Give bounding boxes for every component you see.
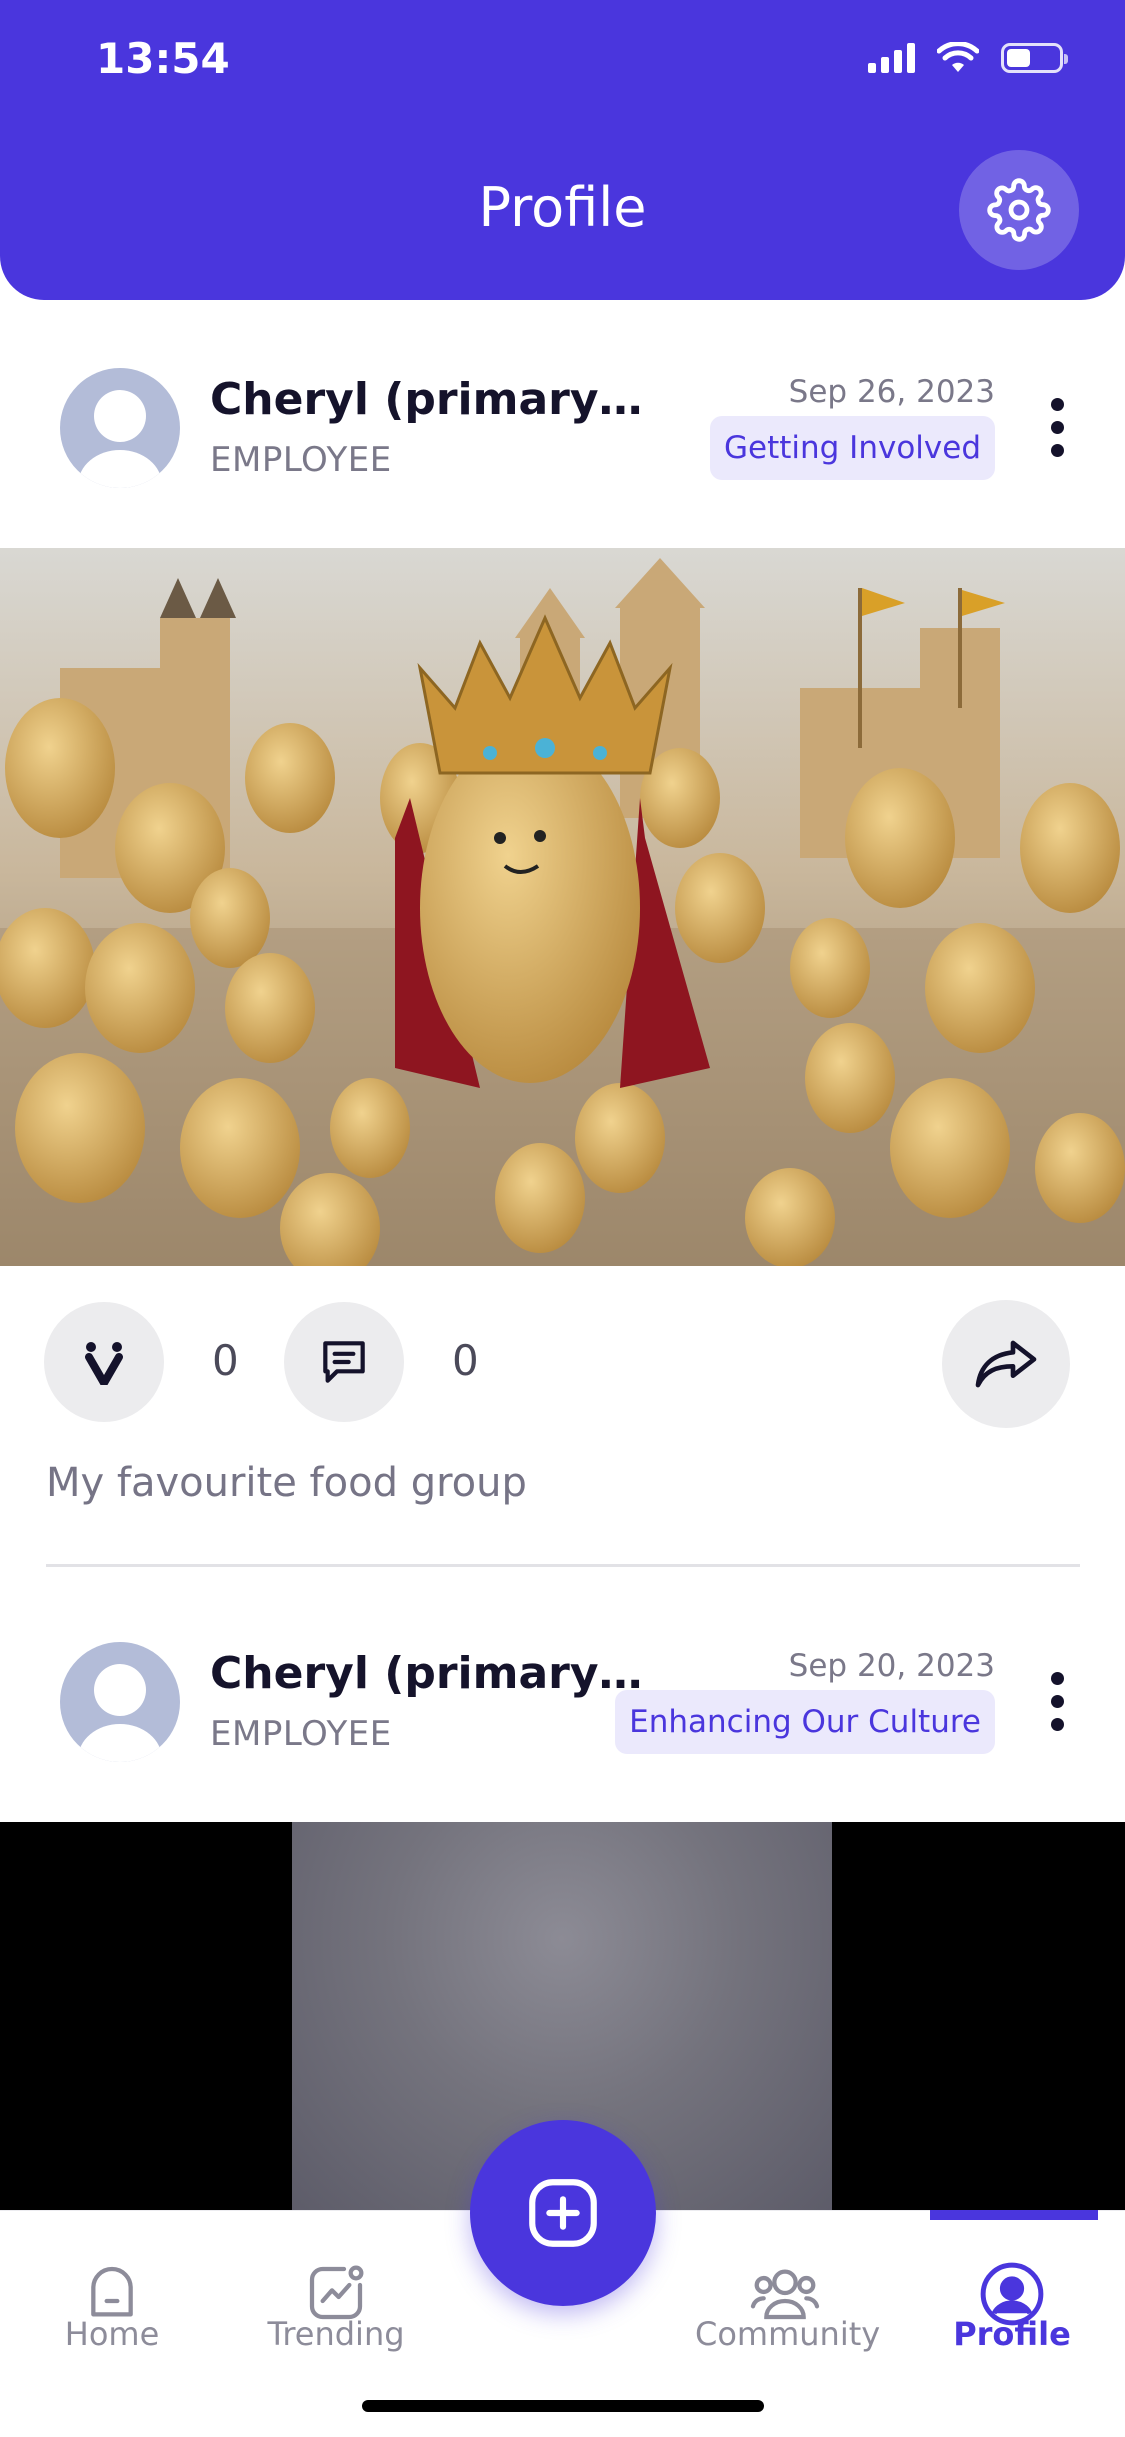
avatar[interactable] [60, 1642, 180, 1762]
header-bar: 13:54 Profile [0, 0, 1125, 300]
nav-profile[interactable]: Profile [922, 2211, 1102, 2391]
page-title: Profile [478, 176, 647, 239]
author-name[interactable]: Cheryl (primary… [210, 374, 643, 425]
nav-trending-label: Trending [267, 2315, 405, 2353]
post-image[interactable] [0, 548, 1125, 1266]
comment-icon [323, 1341, 365, 1383]
comment-count: 0 [452, 1336, 479, 1385]
signal-icon [868, 43, 915, 73]
nav-community[interactable]: Community [695, 2211, 881, 2391]
battery-icon [1001, 43, 1068, 73]
nav-trending[interactable]: Trending [246, 2211, 426, 2391]
reactions-bar: 0 0 [0, 1300, 1125, 1428]
react-button[interactable] [44, 1302, 164, 1422]
potato-king-image [0, 548, 1125, 1266]
post-date: Sep 20, 2023 [788, 1648, 995, 1684]
author-role: EMPLOYEE [210, 1714, 392, 1754]
reaction-count: 0 [212, 1336, 239, 1385]
post-divider [46, 1564, 1080, 1567]
status-time: 13:54 [96, 34, 230, 83]
nav-home[interactable]: Home [22, 2211, 202, 2391]
comment-button[interactable] [284, 1302, 404, 1422]
home-indicator [362, 2400, 764, 2412]
avatar[interactable] [60, 368, 180, 488]
share-arrow-icon [975, 1340, 1037, 1388]
post-header: Cheryl (primary… EMPLOYEE Sep 20, 2023 E… [0, 1642, 1125, 1812]
more-options-icon[interactable] [1051, 398, 1067, 457]
v-logo-icon [85, 1342, 123, 1385]
category-tag[interactable]: Enhancing Our Culture [615, 1690, 995, 1754]
gear-icon [987, 178, 1051, 242]
post-caption: My favourite food group [46, 1460, 527, 1506]
create-post-button[interactable] [470, 2120, 656, 2306]
nav-community-label: Community [695, 2315, 881, 2353]
active-tab-indicator [930, 2210, 1098, 2220]
author-name[interactable]: Cheryl (primary… [210, 1648, 643, 1699]
wifi-icon [937, 42, 979, 72]
nav-home-label: Home [64, 2315, 160, 2353]
author-role: EMPLOYEE [210, 440, 392, 480]
share-button[interactable] [942, 1300, 1070, 1428]
plus-icon [529, 2179, 597, 2247]
nav-profile-label: Profile [953, 2315, 1071, 2353]
post-date: Sep 26, 2023 [788, 374, 995, 410]
category-tag[interactable]: Getting Involved [709, 416, 995, 480]
more-options-icon[interactable] [1051, 1672, 1067, 1731]
post-header: Cheryl (primary… EMPLOYEE Sep 26, 2023 G… [0, 368, 1125, 538]
settings-button[interactable] [959, 150, 1079, 270]
status-icons [868, 42, 1068, 74]
